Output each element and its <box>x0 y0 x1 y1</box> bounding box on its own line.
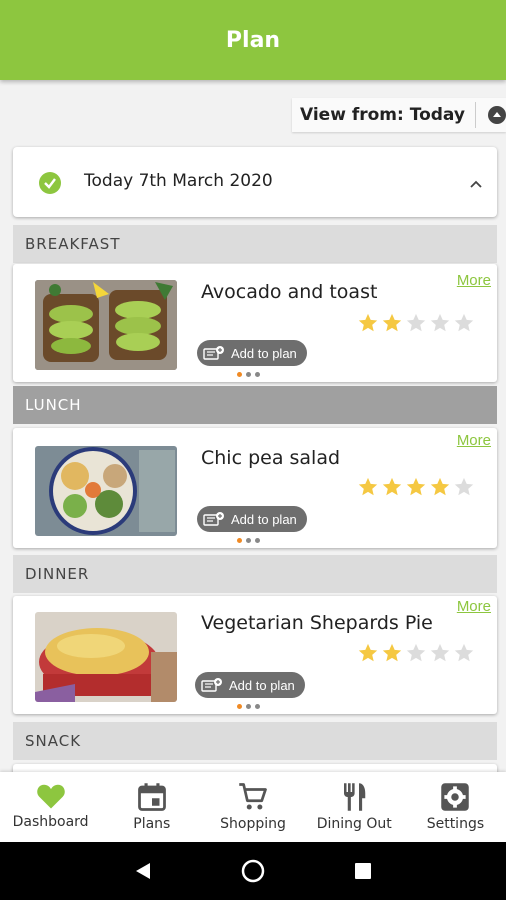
meal-name[interactable]: Vegetarian Shepards Pie <box>201 612 433 634</box>
add-to-plan-button[interactable]: Add to plan <box>195 672 305 698</box>
star-filled-icon[interactable] <box>381 312 403 334</box>
cart-icon <box>239 783 267 810</box>
section-header-breakfast[interactable]: BREAKFAST <box>13 225 497 263</box>
star-empty-icon[interactable] <box>453 312 475 334</box>
more-link[interactable]: More <box>457 598 491 615</box>
star-empty-icon[interactable] <box>429 642 451 664</box>
date-label: Today 7th March 2020 <box>84 171 273 191</box>
star-filled-icon[interactable] <box>381 642 403 664</box>
view-from-selector[interactable]: View from: Today <box>292 98 506 132</box>
section-header-dinner[interactable]: DINNER <box>13 555 497 593</box>
star-rating[interactable] <box>357 642 475 664</box>
star-empty-icon[interactable] <box>453 642 475 664</box>
star-filled-icon[interactable] <box>405 476 427 498</box>
section-label: BREAKFAST <box>25 235 121 253</box>
star-filled-icon[interactable] <box>429 476 451 498</box>
home-icon[interactable] <box>241 859 265 883</box>
add-to-plan-label: Add to plan <box>231 345 297 361</box>
meal-card[interactable]: Vegetarian Shepards Pie More Add to plan <box>13 596 497 714</box>
cutlery-icon <box>344 783 366 811</box>
star-empty-icon[interactable] <box>453 476 475 498</box>
calendar-icon <box>137 783 166 811</box>
star-empty-icon[interactable] <box>429 312 451 334</box>
star-empty-icon[interactable] <box>405 312 427 334</box>
bottom-navigation: Dashboard Plans Shopping Dining Out Sett… <box>0 772 506 842</box>
add-to-plan-label: Add to plan <box>229 677 295 693</box>
add-to-plan-label: Add to plan <box>231 511 297 527</box>
meal-image[interactable] <box>35 280 177 370</box>
meal-image[interactable] <box>35 446 177 536</box>
more-link[interactable]: More <box>457 272 491 289</box>
back-icon[interactable] <box>134 861 152 881</box>
page-title: Plan <box>225 27 281 53</box>
date-card[interactable]: Today 7th March 2020 <box>13 147 497 217</box>
section-header-lunch[interactable]: LUNCH <box>13 386 497 424</box>
section-label: SNACK <box>25 732 82 750</box>
meal-image[interactable] <box>35 612 177 702</box>
star-filled-icon[interactable] <box>357 476 379 498</box>
section-header-snack[interactable]: SNACK <box>13 722 497 760</box>
nav-label: Settings <box>426 816 485 832</box>
dropdown-arrow-icon[interactable] <box>487 106 506 124</box>
nav-label: Dining Out <box>316 816 392 832</box>
star-rating[interactable] <box>357 476 475 498</box>
nav-shopping[interactable]: Shopping <box>202 772 303 842</box>
app-bar: Plan <box>0 0 506 80</box>
check-circle-icon <box>39 172 61 194</box>
meal-name[interactable]: Avocado and toast <box>201 281 377 303</box>
nav-label: Dashboard <box>12 814 89 830</box>
add-to-plan-button[interactable]: Add to plan <box>197 506 307 532</box>
heart-icon <box>36 784 65 809</box>
meal-card[interactable]: Avocado and toast More Add to plan <box>13 264 497 382</box>
nav-settings[interactable]: Settings <box>405 772 506 842</box>
gear-icon <box>441 783 470 811</box>
image-pager-dots <box>237 372 260 377</box>
section-label: DINNER <box>25 565 90 583</box>
view-from-label: View from: Today <box>300 105 465 125</box>
nav-label: Shopping <box>220 816 286 832</box>
add-plan-icon <box>203 346 224 360</box>
nav-dashboard[interactable]: Dashboard <box>0 772 101 842</box>
chevron-up-icon[interactable] <box>469 176 483 194</box>
star-empty-icon[interactable] <box>405 642 427 664</box>
recents-icon[interactable] <box>354 862 372 880</box>
meal-card[interactable]: Chic pea salad More Add to plan <box>13 428 497 548</box>
image-pager-dots <box>237 704 260 709</box>
add-plan-icon <box>201 678 222 692</box>
add-plan-icon <box>203 512 224 526</box>
meal-name[interactable]: Chic pea salad <box>201 447 340 469</box>
add-to-plan-button[interactable]: Add to plan <box>197 340 307 366</box>
nav-plans[interactable]: Plans <box>101 772 202 842</box>
nav-label: Plans <box>133 816 171 832</box>
divider <box>474 102 476 128</box>
star-rating[interactable] <box>357 312 475 334</box>
image-pager-dots <box>237 538 260 543</box>
nav-dining-out[interactable]: Dining Out <box>304 772 405 842</box>
star-filled-icon[interactable] <box>357 312 379 334</box>
section-label: LUNCH <box>25 396 82 414</box>
more-link[interactable]: More <box>457 432 491 449</box>
star-filled-icon[interactable] <box>357 642 379 664</box>
system-navigation-bar <box>0 842 506 900</box>
star-filled-icon[interactable] <box>381 476 403 498</box>
